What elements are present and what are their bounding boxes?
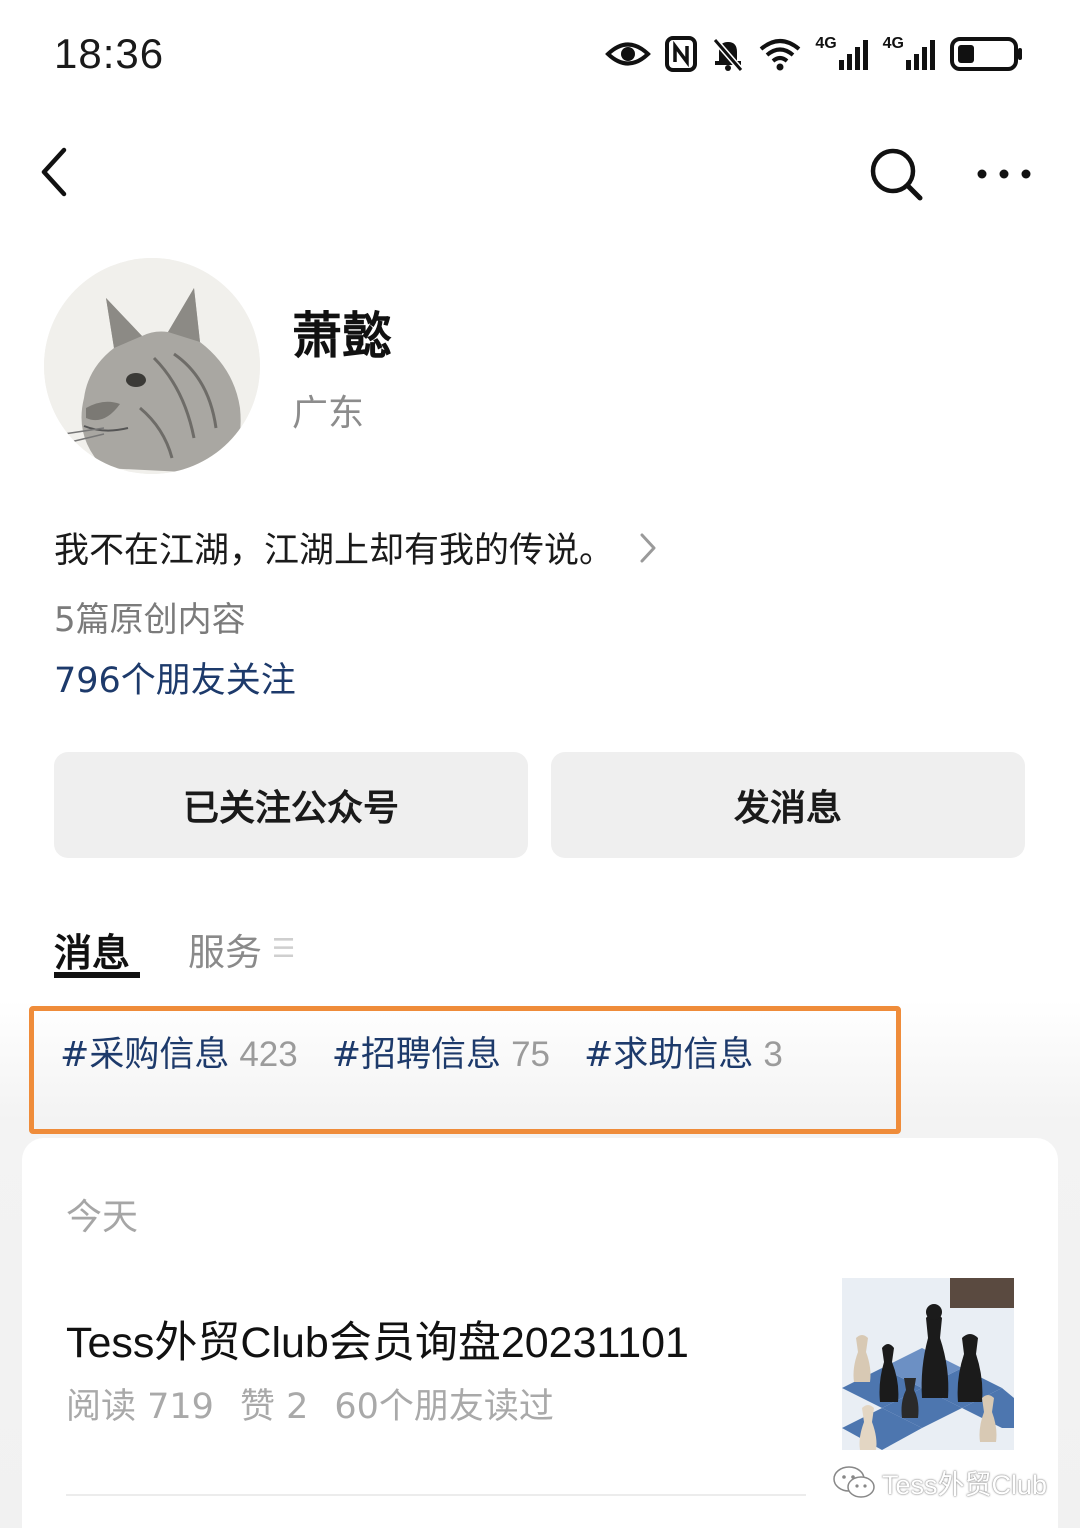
tag-label: #采购信息 bbox=[60, 1035, 230, 1075]
wechat-logo-icon bbox=[833, 1466, 875, 1498]
battery-icon bbox=[950, 37, 1022, 71]
nav-bar bbox=[0, 120, 1080, 230]
article-reads: 阅读 719 bbox=[66, 1387, 214, 1427]
tag-recruitment-info[interactable]: #招聘信息 75 bbox=[332, 1026, 550, 1077]
chevron-right-icon bbox=[640, 533, 656, 562]
profile-bio[interactable]: 我不在江湖，江湖上却有我的传说。 bbox=[54, 522, 658, 573]
mute-bell-icon bbox=[713, 38, 744, 72]
search-icon[interactable] bbox=[866, 144, 926, 204]
article-friends-read: 60个朋友读过 bbox=[334, 1387, 554, 1427]
tag-label: #招聘信息 bbox=[331, 1035, 502, 1075]
profile-bio-text: 我不在江湖，江湖上却有我的传说。 bbox=[54, 531, 615, 571]
watermark-text: Tess外贸Club bbox=[882, 1469, 1048, 1500]
profile-region: 广东 bbox=[292, 393, 365, 434]
original-count: 5篇原创内容 bbox=[54, 600, 246, 640]
tag-count: 3 bbox=[763, 1035, 783, 1074]
tag-label: #求助信息 bbox=[584, 1035, 754, 1075]
signal-4g-icon bbox=[906, 40, 935, 70]
article-thumbnail[interactable] bbox=[842, 1278, 1014, 1450]
network-label: 4G bbox=[882, 35, 904, 52]
tag-help-info[interactable]: #求助信息 3 bbox=[584, 1026, 783, 1077]
avatar[interactable] bbox=[44, 258, 260, 474]
article-likes: 赞 2 bbox=[239, 1387, 309, 1427]
menu-icon: ☰ bbox=[272, 934, 296, 964]
eye-comfort-icon bbox=[605, 42, 652, 66]
signal-4g-icon bbox=[838, 40, 868, 70]
friends-following-link[interactable]: 796个朋友关注 bbox=[54, 652, 296, 703]
tab-services-label: 服务 bbox=[188, 931, 262, 974]
tab-messages[interactable]: 消息 bbox=[54, 922, 130, 977]
article-meta: 阅读 719 赞 2 60个朋友读过 bbox=[66, 1378, 554, 1429]
tab-services[interactable]: 服务 ☰ bbox=[188, 922, 295, 976]
status-time: 18:36 bbox=[54, 30, 165, 77]
send-message-button[interactable]: 发消息 bbox=[551, 752, 1025, 858]
more-icon[interactable] bbox=[972, 156, 1036, 192]
nfc-icon bbox=[665, 36, 698, 72]
network-label: 4G bbox=[815, 35, 837, 52]
followed-account-button[interactable]: 已关注公众号 bbox=[54, 752, 528, 858]
topic-tags: #采购信息 423 #招聘信息 75 #求助信息 3 bbox=[60, 1026, 783, 1077]
profile-name: 萧懿 bbox=[292, 307, 392, 365]
article-title[interactable]: Tess外贸Club会员询盘20231101 bbox=[66, 1308, 689, 1370]
chess-image bbox=[842, 1278, 1014, 1450]
divider bbox=[66, 1494, 806, 1496]
cat-sketch-image bbox=[44, 258, 260, 474]
tab-active-indicator bbox=[54, 972, 140, 978]
watermark: Tess外贸Club bbox=[832, 1462, 1047, 1502]
tag-purchase-info[interactable]: #采购信息 423 bbox=[60, 1026, 298, 1077]
wifi-icon bbox=[760, 39, 801, 71]
tag-count: 423 bbox=[239, 1035, 298, 1074]
status-icons: 4G 4G bbox=[605, 32, 1024, 76]
status-bar: 18:36 4G 4G bbox=[0, 0, 1080, 110]
tag-count: 75 bbox=[511, 1035, 550, 1074]
back-icon[interactable] bbox=[34, 142, 78, 202]
date-header: 今天 bbox=[66, 1197, 139, 1238]
